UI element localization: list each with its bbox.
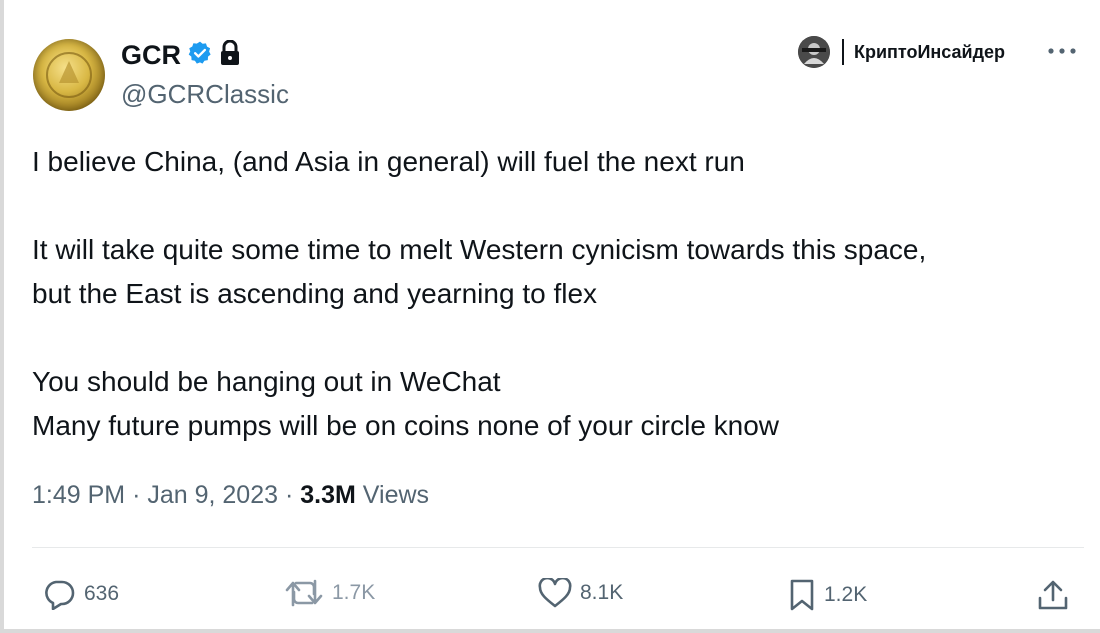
like-button[interactable]: 8.1K	[538, 578, 623, 608]
divider	[32, 547, 1084, 548]
screenshot-border-bottom	[0, 629, 1100, 633]
views-label: Views	[362, 481, 430, 509]
tweet-line: You should be hanging out in WeChat	[32, 366, 501, 397]
meta-separator: ·	[284, 481, 294, 509]
verified-badge-icon	[187, 40, 213, 71]
channel-avatar-icon	[798, 36, 830, 68]
bookmark-icon	[790, 579, 814, 611]
channel-watermark: КриптоИнсайдер	[798, 36, 1005, 68]
views-count: 3.3M	[300, 481, 356, 509]
reply-button[interactable]: 636	[42, 578, 119, 610]
tweet-line: It will take quite some time to melt Wes…	[32, 234, 927, 265]
tweet-line: Many future pumps will be on coins none …	[32, 410, 780, 441]
share-button[interactable]	[1036, 578, 1070, 612]
channel-name: КриптоИнсайдер	[854, 41, 1006, 62]
tweet-card: GCR @GCRClassic КриптоИнсайдер I believe…	[0, 0, 1100, 633]
tweet-text: I believe China, (and Asia in general) w…	[32, 140, 1092, 448]
channel-separator	[842, 39, 844, 65]
like-count: 8.1K	[580, 581, 624, 604]
bookmark-button[interactable]: 1.2K	[788, 578, 867, 612]
more-options-icon[interactable]	[1047, 44, 1077, 62]
author-name[interactable]: GCR	[121, 40, 181, 71]
screenshot-border-left	[0, 0, 4, 633]
tweet-meta: 1:49 PM · Jan 9, 2023 · 3.3M Views	[32, 481, 429, 510]
bookmark-count: 1.2K	[824, 583, 868, 606]
share-icon	[1038, 580, 1068, 610]
tweet-date[interactable]: Jan 9, 2023	[147, 481, 278, 509]
reply-icon	[45, 580, 75, 610]
tweet-line: but the East is ascending and yearning t…	[32, 278, 598, 309]
repost-icon	[285, 579, 323, 607]
repost-count: 1.7K	[332, 581, 376, 604]
reply-count: 636	[84, 582, 120, 605]
author-name-row: GCR	[121, 39, 241, 71]
tweet-time[interactable]: 1:49 PM	[32, 481, 125, 509]
author-avatar[interactable]	[33, 39, 105, 111]
meta-separator: ·	[132, 481, 141, 509]
tweet-line: I believe China, (and Asia in general) w…	[32, 146, 745, 177]
heart-icon	[538, 578, 572, 608]
lock-icon	[219, 39, 241, 71]
author-handle[interactable]: @GCRClassic	[121, 79, 289, 110]
repost-button[interactable]: 1.7K	[284, 578, 375, 608]
coin-graphic-icon	[46, 52, 92, 98]
